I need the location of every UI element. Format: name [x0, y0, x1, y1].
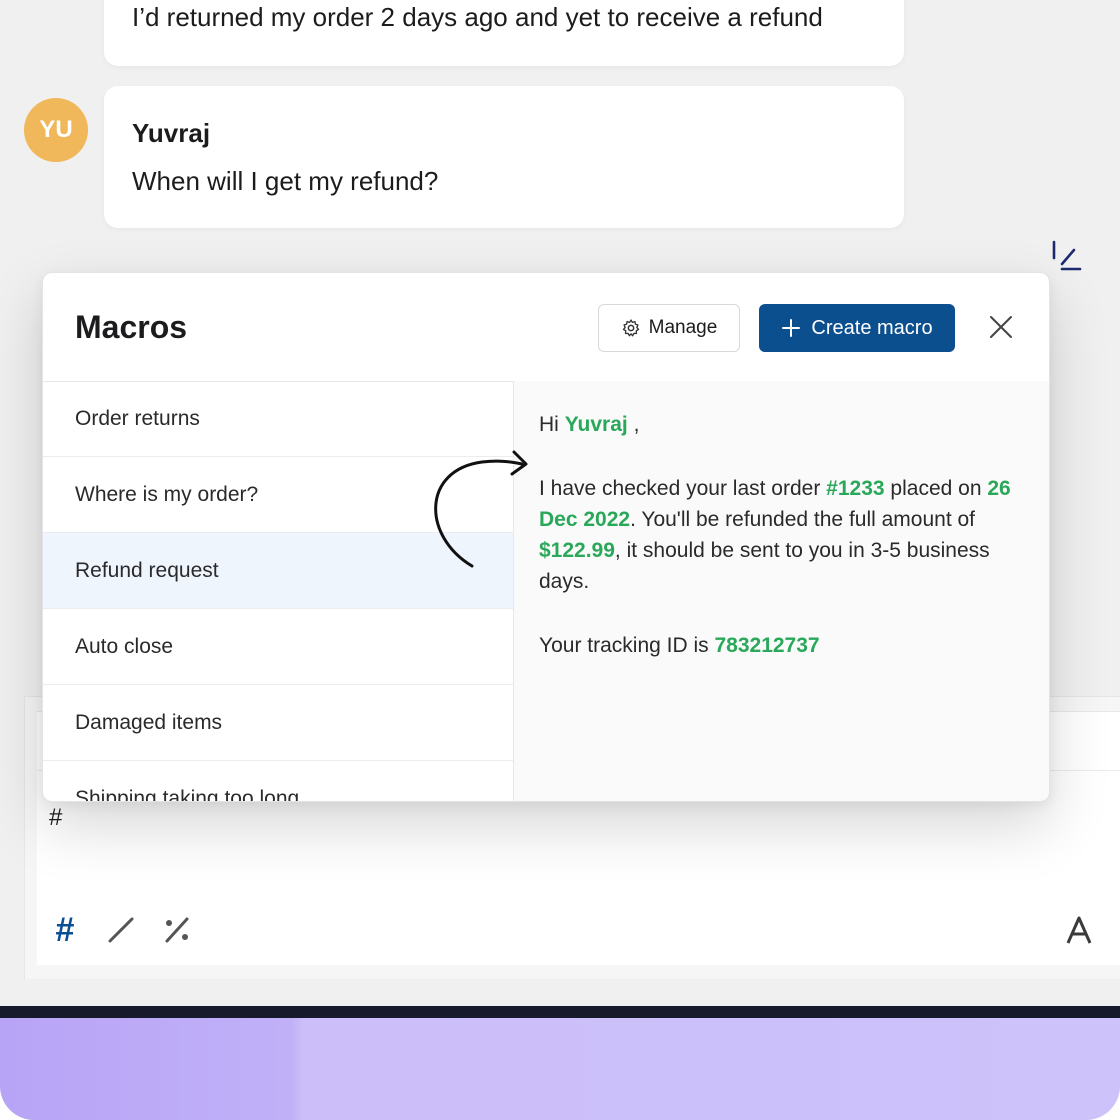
editor-text[interactable]: # — [49, 804, 62, 832]
app-frame: I’d returned my order 2 days ago and yet… — [0, 0, 1120, 1120]
curved-arrow-icon — [434, 450, 528, 568]
tracking-id: 783212737 — [714, 634, 820, 657]
macro-item-shipping-taking-too-long[interactable]: Shipping taking too long — [43, 761, 513, 802]
message-text: When will I get my refund? — [132, 166, 439, 196]
preview-text: Hi Yuvraj , I have checked your last ord… — [539, 409, 1029, 661]
sender-name: Yuvraj — [132, 118, 211, 148]
hash-icon[interactable]: # — [47, 911, 83, 949]
close-icon[interactable] — [987, 313, 1015, 341]
decorative-background — [0, 1018, 1120, 1120]
customer-name: Yuvraj — [564, 413, 628, 436]
preview-tracking: Your tracking ID is 783212737 — [539, 634, 820, 657]
message-bubble: Yuvraj When will I get my refund? — [104, 86, 904, 228]
gear-icon — [622, 319, 639, 337]
order-id: #1233 — [826, 477, 885, 500]
preview-body: I have checked your last order #1233 pla… — [539, 477, 1011, 593]
macros-panel: Macros Manage Create macro Order returns… — [42, 272, 1050, 802]
avatar: YU — [24, 98, 88, 162]
create-macro-label: Create macro — [811, 316, 933, 339]
percent-icon[interactable] — [159, 912, 195, 948]
refund-amount: $122.99 — [539, 539, 615, 562]
macro-preview: Hi Yuvraj , I have checked your last ord… — [514, 381, 1049, 801]
compose-icon[interactable] — [1048, 238, 1084, 274]
plus-icon — [782, 319, 801, 337]
footer-divider — [0, 1006, 1120, 1018]
preview-greeting: Hi Yuvraj , — [539, 413, 640, 436]
macro-item-damaged-items[interactable]: Damaged items — [43, 685, 513, 761]
panel-title: Macros — [75, 309, 188, 345]
create-macro-button[interactable]: Create macro — [759, 304, 955, 352]
text-format-icon[interactable] — [1061, 912, 1097, 948]
slash-command-icon[interactable] — [103, 912, 139, 948]
manage-label: Manage — [648, 317, 718, 338]
message-text: I’d returned my order 2 days ago and yet… — [132, 2, 823, 32]
macro-item-auto-close[interactable]: Auto close — [43, 609, 513, 685]
manage-button[interactable]: Manage — [598, 304, 740, 352]
message-bubble: I’d returned my order 2 days ago and yet… — [104, 0, 904, 66]
macros-header: Macros Manage Create macro — [43, 273, 1049, 382]
